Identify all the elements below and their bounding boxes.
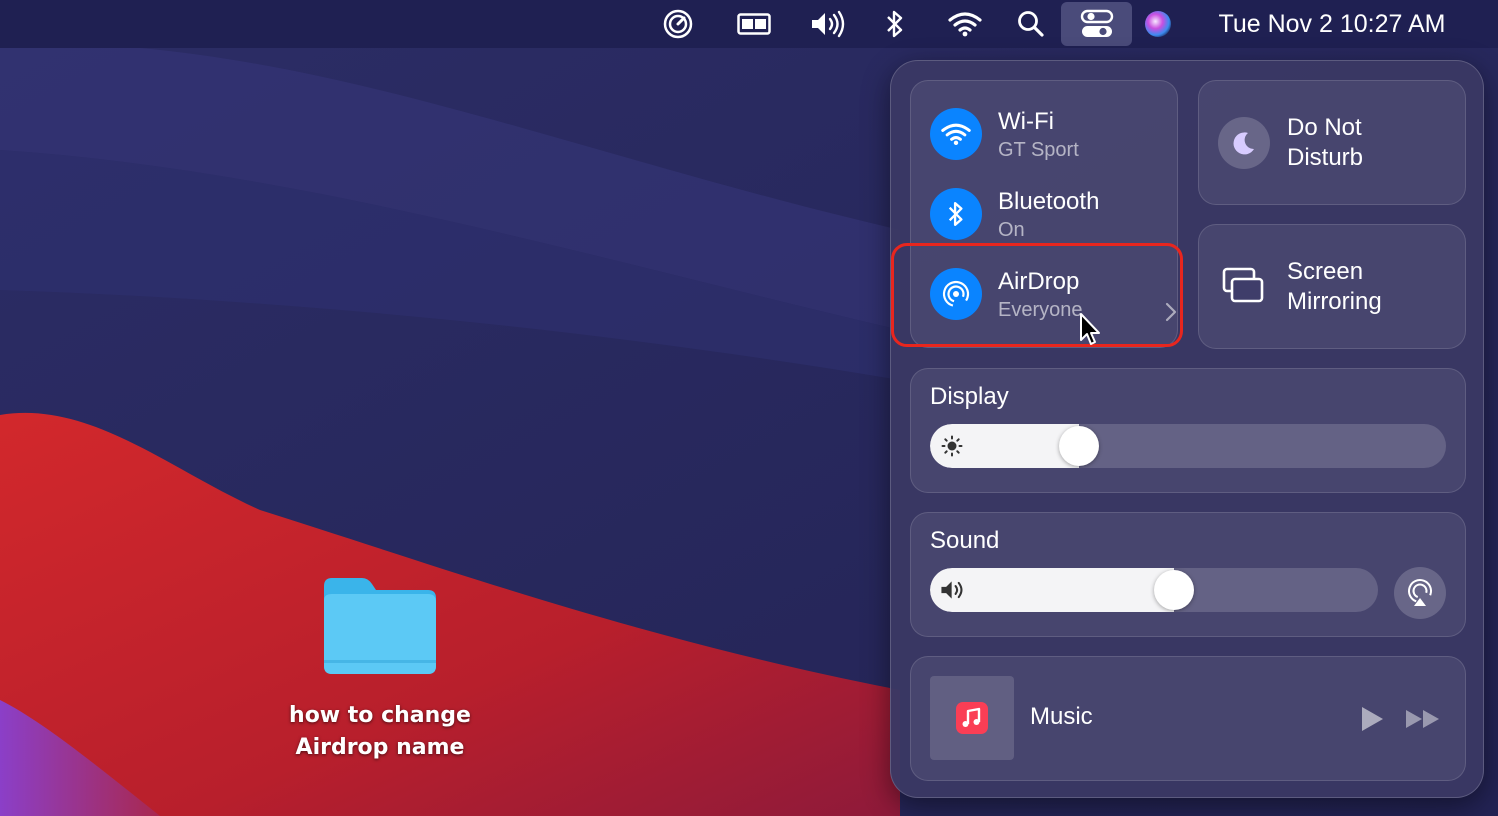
desktop-folder[interactable]: how to change Airdrop name: [260, 570, 500, 764]
fast-forward-icon[interactable]: [1405, 709, 1441, 729]
bluetooth-toggle-icon[interactable]: [930, 188, 982, 240]
screen-mirroring-line2: Mirroring: [1287, 288, 1382, 315]
screen-mirroring-tile[interactable]: Screen Mirroring: [1198, 224, 1466, 349]
sound-tile: Sound: [910, 512, 1466, 637]
control-center-icon[interactable]: [1061, 2, 1132, 46]
airdrop-highlight-annotation: [891, 243, 1183, 347]
music-tile[interactable]: Music: [910, 656, 1466, 781]
wifi-network-name: GT Sport: [998, 139, 1079, 161]
volume-slider-knob[interactable]: [1154, 570, 1195, 610]
display-tile: Display: [910, 368, 1466, 493]
wifi-row[interactable]: Wi-Fi GT Sport: [930, 108, 1170, 164]
volume-icon[interactable]: [806, 0, 850, 48]
moon-icon: [1218, 117, 1270, 169]
spotlight-search-icon[interactable]: [1014, 0, 1048, 48]
bluetooth-title: Bluetooth: [998, 188, 1100, 215]
mouse-cursor-icon: [1080, 313, 1100, 345]
music-title: Music: [1030, 703, 1093, 730]
volume-slider[interactable]: [930, 568, 1378, 612]
folder-label-line2: Airdrop name: [295, 735, 465, 760]
display-mirror-icon[interactable]: [734, 0, 774, 48]
music-artwork: [930, 676, 1014, 760]
do-not-disturb-line2: Disturb: [1287, 144, 1364, 171]
screen-mirroring-line1: Screen: [1287, 258, 1364, 285]
music-app-icon: [956, 702, 988, 734]
do-not-disturb-tile[interactable]: Do Not Disturb: [1198, 80, 1466, 205]
speaker-icon: [941, 581, 963, 599]
sound-title: Sound: [930, 527, 1000, 554]
wifi-toggle-icon[interactable]: [930, 108, 982, 160]
control-center-panel: Wi-Fi GT Sport Bluetooth On AirDrop Ever…: [890, 60, 1484, 798]
bluetooth-row[interactable]: Bluetooth On: [930, 188, 1170, 244]
wifi-icon[interactable]: [944, 0, 986, 48]
folder-icon: [324, 578, 436, 674]
airplay-audio-icon[interactable]: [1394, 567, 1446, 619]
menu-bar-clock[interactable]: Tue Nov 2 10:27 AM: [1196, 0, 1468, 48]
brightness-slider[interactable]: [930, 424, 1446, 468]
do-not-disturb-line1: Do Not: [1287, 114, 1362, 141]
brightness-slider-knob[interactable]: [1059, 426, 1100, 466]
bluetooth-status: On: [998, 219, 1025, 241]
menu-bar: Tue Nov 2 10:27 AM: [0, 0, 1498, 48]
folder-label-line1: how to change: [289, 703, 471, 728]
sun-icon: [941, 435, 963, 457]
screen-mirroring-icon: [1222, 267, 1264, 303]
wifi-title: Wi-Fi: [998, 108, 1054, 135]
display-title: Display: [930, 383, 1009, 410]
play-icon[interactable]: [1359, 706, 1385, 732]
siri-icon[interactable]: [1140, 0, 1176, 48]
bluetooth-icon[interactable]: [880, 0, 910, 48]
screen-time-icon[interactable]: [658, 0, 698, 48]
